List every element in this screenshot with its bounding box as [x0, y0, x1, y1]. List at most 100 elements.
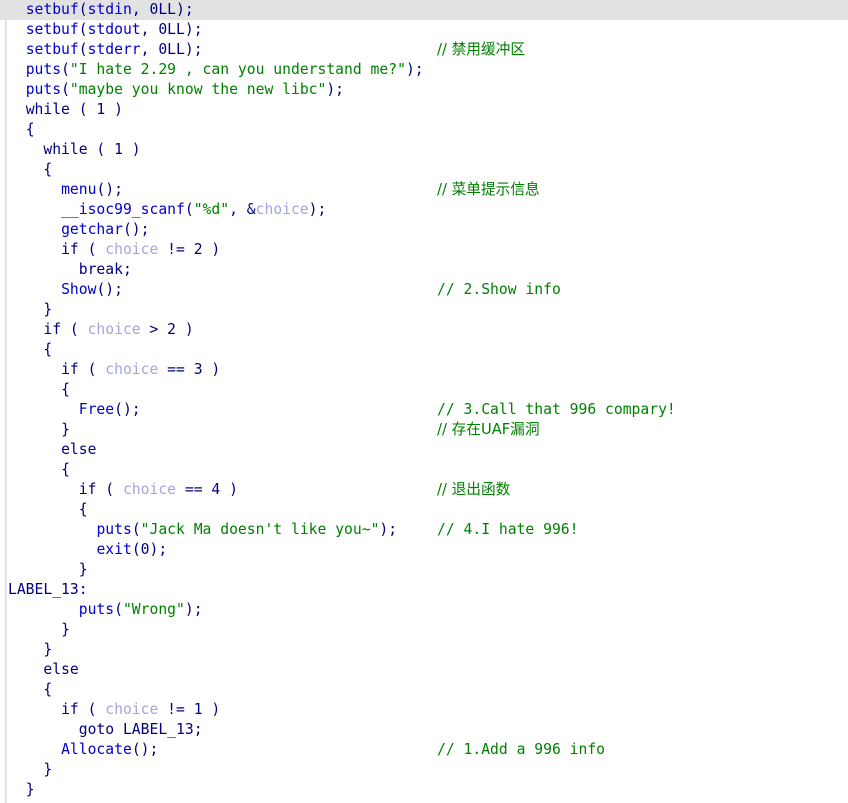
code-comment[interactable]: // 3.Call that 996 compary!	[437, 400, 676, 420]
code-line[interactable]: puts("Jack Ma doesn't like you~"); // 4.I…	[0, 520, 848, 540]
token-lbl[interactable]: LABEL_13:	[8, 581, 88, 598]
code-line[interactable]: break;	[0, 260, 848, 280]
code-line[interactable]: if ( choice == 4 ) // 退出函数	[0, 480, 848, 500]
token-punc: ();	[96, 181, 123, 198]
token-punc: ( 1 )	[69, 101, 123, 118]
token-fn[interactable]: setbuf	[26, 1, 79, 18]
token-fn[interactable]: puts	[96, 521, 131, 538]
token-fn[interactable]: Allocate	[61, 741, 132, 758]
token-fn[interactable]: Show	[61, 281, 96, 298]
token-str: "Jack Ma doesn't like you~"	[140, 521, 380, 538]
code-line[interactable]: Show(); // 2.Show info	[0, 280, 848, 300]
code-line-list[interactable]: setbuf(stdin, 0LL); setbuf(stdout, 0LL);…	[0, 0, 848, 800]
code-line[interactable]: {	[0, 680, 848, 700]
code-line[interactable]: if ( choice != 2 )	[0, 240, 848, 260]
token-fn[interactable]: puts	[26, 61, 61, 78]
token-var[interactable]: choice	[88, 321, 141, 338]
code-line[interactable]: }	[0, 780, 848, 800]
code-line[interactable]: while ( 1 )	[0, 100, 848, 120]
token-var[interactable]: choice	[105, 241, 158, 258]
token-fn[interactable]: exit	[96, 541, 131, 558]
code-line[interactable]: exit(0);	[0, 540, 848, 560]
code-comment[interactable]: // 存在UAF漏洞	[437, 420, 540, 440]
code-comment[interactable]: // 2.Show info	[437, 280, 561, 300]
token-punc: (	[78, 41, 88, 58]
token-punc: , 0LL);	[140, 41, 203, 58]
code-line[interactable]: menu(); // 菜单提示信息	[0, 180, 848, 200]
code-line-text: exit(0);	[8, 540, 167, 560]
token-var[interactable]: choice	[105, 701, 158, 718]
code-line[interactable]: }	[0, 760, 848, 780]
code-comment[interactable]: // 4.I hate 996!	[437, 520, 578, 540]
code-line[interactable]: }	[0, 300, 848, 320]
token-fn[interactable]: stdout	[88, 21, 141, 38]
code-line-text: {	[8, 460, 70, 480]
code-line-text: {	[8, 160, 52, 180]
code-line[interactable]: if ( choice != 1 )	[0, 700, 848, 720]
token-fn[interactable]: setbuf	[26, 41, 79, 58]
token-var[interactable]: choice	[256, 201, 309, 218]
code-line[interactable]: }	[0, 640, 848, 660]
code-line[interactable]: } // 存在UAF漏洞	[0, 420, 848, 440]
code-line[interactable]: else	[0, 660, 848, 680]
code-line[interactable]: {	[0, 120, 848, 140]
code-line[interactable]: Free(); // 3.Call that 996 compary!	[0, 400, 848, 420]
code-line[interactable]: puts("maybe you know the new libc");	[0, 80, 848, 100]
code-line[interactable]: {	[0, 500, 848, 520]
token-fn[interactable]: getchar	[61, 221, 123, 238]
code-line[interactable]: puts("I hate 2.29 , can you understand m…	[0, 60, 848, 80]
token-fn[interactable]: Free	[79, 401, 114, 418]
code-line[interactable]: {	[0, 460, 848, 480]
code-line[interactable]: goto LABEL_13;	[0, 720, 848, 740]
token-fn[interactable]: stderr	[88, 41, 141, 58]
code-line[interactable]: {	[0, 340, 848, 360]
pseudocode-view[interactable]: setbuf(stdin, 0LL); setbuf(stdout, 0LL);…	[0, 0, 848, 803]
code-line[interactable]: __isoc99_scanf("%d", &choice);	[0, 200, 848, 220]
code-line[interactable]: if ( choice == 3 )	[0, 360, 848, 380]
token-fn[interactable]: puts	[79, 601, 114, 618]
token-fn[interactable]: __isoc99_scanf	[61, 201, 185, 218]
code-comment[interactable]: // 退出函数	[437, 480, 510, 500]
token-fn[interactable]: menu	[61, 181, 96, 198]
code-comment[interactable]: // 1.Add a 996 info	[437, 740, 605, 760]
token-var[interactable]: choice	[105, 361, 158, 378]
token-fn[interactable]: puts	[26, 81, 61, 98]
code-line[interactable]: {	[0, 380, 848, 400]
code-line[interactable]: {	[0, 160, 848, 180]
token-punc: != 2 )	[158, 241, 221, 258]
token-lbl[interactable]: LABEL_13;	[123, 721, 203, 738]
code-line-text: goto LABEL_13;	[8, 720, 203, 740]
code-comment[interactable]: // 菜单提示信息	[437, 180, 540, 200]
token-fn[interactable]: stdin	[88, 1, 132, 18]
code-line[interactable]: }	[0, 560, 848, 580]
code-line[interactable]: else	[0, 440, 848, 460]
token-punc: ();	[114, 401, 141, 418]
token-punc: (	[78, 241, 106, 258]
code-line[interactable]: while ( 1 )	[0, 140, 848, 160]
code-line[interactable]: setbuf(stdout, 0LL);	[0, 20, 848, 40]
token-fn[interactable]: setbuf	[26, 21, 79, 38]
code-line[interactable]: if ( choice > 2 )	[0, 320, 848, 340]
code-line-text: if ( choice > 2 )	[8, 320, 193, 340]
token-var[interactable]: choice	[123, 481, 176, 498]
token-punc: }	[61, 421, 70, 438]
code-line-text: puts("maybe you know the new libc");	[8, 80, 344, 100]
code-line[interactable]: }	[0, 620, 848, 640]
code-line[interactable]: puts("Wrong");	[0, 600, 848, 620]
code-line[interactable]: Allocate(); // 1.Add a 996 info	[0, 740, 848, 760]
code-line-text: __isoc99_scanf("%d", &choice);	[8, 200, 326, 220]
code-line[interactable]: setbuf(stderr, 0LL); // 禁用缓冲区	[0, 40, 848, 60]
code-line[interactable]: setbuf(stdin, 0LL);	[0, 0, 848, 20]
token-punc: (	[61, 61, 70, 78]
code-line[interactable]: LABEL_13:	[0, 580, 848, 600]
code-comment[interactable]: // 禁用缓冲区	[437, 40, 525, 60]
code-line[interactable]: getchar();	[0, 220, 848, 240]
token-punc	[114, 721, 123, 738]
